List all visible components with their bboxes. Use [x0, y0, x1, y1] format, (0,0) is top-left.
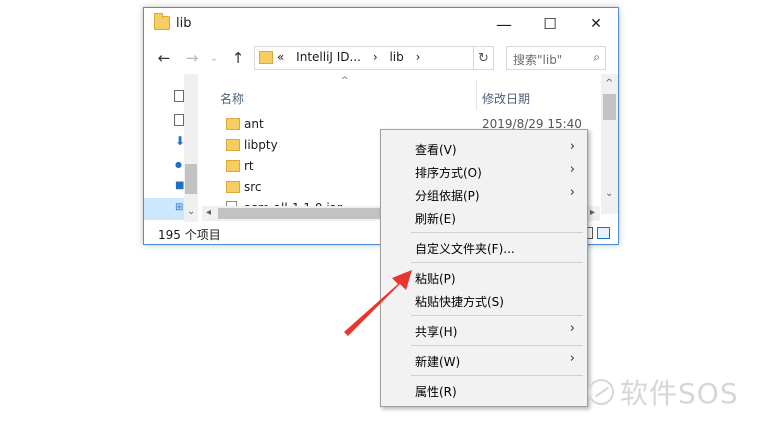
- item-count: 195 个项目: [158, 228, 221, 242]
- sort-ascending-icon: ^: [341, 76, 349, 86]
- breadcrumb: « IntelliJ ID... › lib ›: [277, 50, 428, 64]
- back-button[interactable]: ←: [154, 48, 174, 68]
- nav-scroll-down-icon[interactable]: ⌄: [187, 206, 195, 217]
- menu-item-customize-folder[interactable]: 自定义文件夹(F)...: [381, 236, 587, 258]
- column-date[interactable]: 修改日期: [482, 90, 530, 107]
- menu-item-label: 粘贴快捷方式(S): [415, 295, 504, 309]
- search-icon: ⌕: [593, 50, 600, 64]
- file-name: ant: [244, 117, 264, 131]
- menu-item-label: 新建(W): [415, 355, 461, 369]
- title-bar[interactable]: lib — ☐ ✕: [144, 8, 618, 40]
- scroll-right-icon[interactable]: ▸: [590, 207, 595, 218]
- menu-separator: [411, 262, 583, 263]
- column-divider[interactable]: [476, 80, 477, 110]
- folder-icon: [226, 118, 240, 130]
- vertical-scrollbar-thumb[interactable]: [603, 94, 616, 120]
- desktop-icon[interactable]: [174, 90, 184, 102]
- chevron-right-icon: ›: [569, 321, 575, 336]
- file-name: libpty: [244, 138, 278, 152]
- watermark-text: 软件SOS: [620, 377, 739, 410]
- column-header: ^ 名称 修改日期: [214, 74, 614, 110]
- chevron-right-icon: ›: [569, 351, 575, 366]
- menu-item-properties[interactable]: 属性(R): [381, 379, 587, 401]
- chevron-right-icon: ›: [569, 162, 575, 177]
- forward-button[interactable]: →: [182, 48, 202, 68]
- recent-locations-chevron-icon[interactable]: ⌄: [204, 48, 224, 68]
- menu-item-label: 刷新(E): [415, 212, 456, 226]
- menu-item-label: 粘贴(P): [415, 272, 456, 286]
- chevron-right-icon: ›: [569, 185, 575, 200]
- search-input[interactable]: 搜索"lib" ⌕: [506, 46, 606, 70]
- column-name[interactable]: 名称: [220, 90, 244, 107]
- menu-item-group[interactable]: 分组依据(P) ›: [381, 183, 587, 205]
- windows-icon: ⊞: [175, 202, 184, 213]
- music-icon[interactable]: ●: [175, 160, 182, 169]
- folder-icon: [154, 13, 170, 30]
- menu-item-label: 分组依据(P): [415, 189, 480, 203]
- menu-item-refresh[interactable]: 刷新(E): [381, 206, 587, 228]
- up-button[interactable]: ↑: [228, 48, 248, 68]
- menu-item-label: 查看(V): [415, 143, 457, 157]
- menu-separator: [411, 315, 583, 316]
- menu-item-label: 共享(H): [415, 325, 458, 339]
- menu-item-sort[interactable]: 排序方式(O) ›: [381, 160, 587, 182]
- file-name: rt: [244, 159, 254, 173]
- navigation-pane: ⬇ ● ■ ⊞ ⌄: [144, 74, 199, 222]
- folder-icon: [226, 139, 240, 151]
- folder-icon: [259, 51, 273, 64]
- large-icons-view-icon[interactable]: [597, 227, 610, 239]
- menu-item-new[interactable]: 新建(W) ›: [381, 349, 587, 371]
- menu-separator: [411, 345, 583, 346]
- nav-scrollbar-thumb[interactable]: [185, 164, 197, 194]
- breadcrumb-separator[interactable]: ›: [373, 50, 378, 64]
- refresh-button[interactable]: ↻: [473, 47, 493, 69]
- watermark-logo-icon: [588, 379, 614, 405]
- menu-separator: [411, 375, 583, 376]
- folder-icon: [226, 160, 240, 172]
- breadcrumb-separator[interactable]: ›: [416, 50, 421, 64]
- scroll-up-icon[interactable]: ^: [605, 78, 613, 89]
- close-button[interactable]: ✕: [573, 8, 618, 40]
- window-title: lib: [176, 16, 192, 31]
- breadcrumb-item-lib[interactable]: lib: [389, 50, 403, 64]
- address-bar[interactable]: « IntelliJ ID... › lib › ↻: [254, 46, 494, 70]
- annotation-arrow-shape: [344, 270, 412, 336]
- breadcrumb-item-intellij[interactable]: IntelliJ ID...: [296, 50, 361, 64]
- horizontal-scrollbar-thumb[interactable]: [218, 208, 388, 219]
- breadcrumb-overflow[interactable]: «: [277, 50, 284, 64]
- annotation-arrow-icon: [344, 270, 412, 336]
- menu-item-label: 属性(R): [415, 385, 457, 399]
- search-placeholder: 搜索"lib": [513, 53, 563, 67]
- menu-item-label: 排序方式(O): [415, 166, 482, 180]
- scroll-down-icon[interactable]: ⌄: [605, 188, 613, 199]
- chevron-right-icon: ›: [569, 139, 575, 154]
- menu-item-label: 自定义文件夹(F)...: [415, 242, 515, 256]
- watermark: 软件SOS: [588, 372, 739, 412]
- menu-separator: [411, 232, 583, 233]
- navigation-bar: ← → ⌄ ↑ « IntelliJ ID... › lib › ↻ 搜索"li…: [144, 40, 618, 74]
- menu-item-view[interactable]: 查看(V) ›: [381, 137, 587, 159]
- file-name: src: [244, 180, 262, 194]
- folder-icon: [226, 181, 240, 193]
- nav-scrollbar[interactable]: [184, 74, 198, 222]
- maximize-button[interactable]: ☐: [527, 8, 573, 40]
- document-icon[interactable]: [174, 114, 184, 126]
- scroll-left-icon[interactable]: ◂: [206, 207, 211, 218]
- minimize-button[interactable]: —: [481, 8, 527, 40]
